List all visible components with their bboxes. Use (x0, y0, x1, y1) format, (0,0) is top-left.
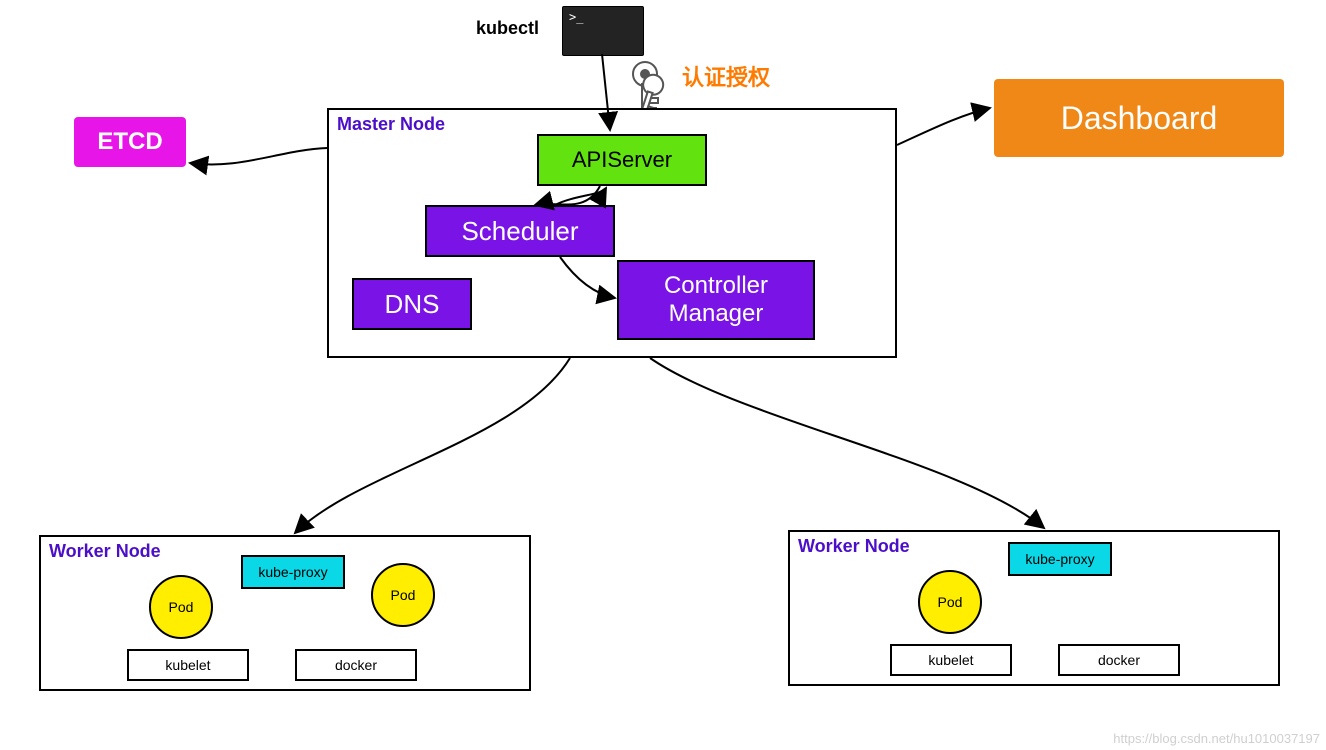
docker-box: docker (295, 649, 417, 681)
worker-node-1-container: Worker Node kube-proxy Pod Pod kubelet d… (39, 535, 531, 691)
auth-label: 认证授权 (682, 60, 770, 92)
master-node-title: Master Node (337, 114, 445, 135)
pod-circle: Pod (371, 563, 435, 627)
kubelet-box: kubelet (127, 649, 249, 681)
kubectl-label: kubectl (476, 18, 539, 39)
scheduler-box: Scheduler (425, 205, 615, 257)
kubelet-box: kubelet (890, 644, 1012, 676)
watermark-text: https://blog.csdn.net/hu1010037197 (1113, 731, 1320, 746)
controller-manager-box: Controller Manager (617, 260, 815, 340)
pod-circle: Pod (149, 575, 213, 639)
kube-proxy-box: kube-proxy (241, 555, 345, 589)
etcd-box: ETCD (74, 117, 186, 167)
kube-proxy-box: kube-proxy (1008, 542, 1112, 576)
controller-manager-label: Controller Manager (619, 272, 813, 327)
worker-node-2-title: Worker Node (798, 536, 910, 557)
dns-box: DNS (352, 278, 472, 330)
worker-node-2-container: Worker Node kube-proxy Pod kubelet docke… (788, 530, 1280, 686)
terminal-icon (562, 6, 644, 56)
dashboard-box: Dashboard (994, 79, 1284, 157)
apiserver-box: APIServer (537, 134, 707, 186)
pod-circle: Pod (918, 570, 982, 634)
docker-box: docker (1058, 644, 1180, 676)
worker-node-1-title: Worker Node (49, 541, 161, 562)
